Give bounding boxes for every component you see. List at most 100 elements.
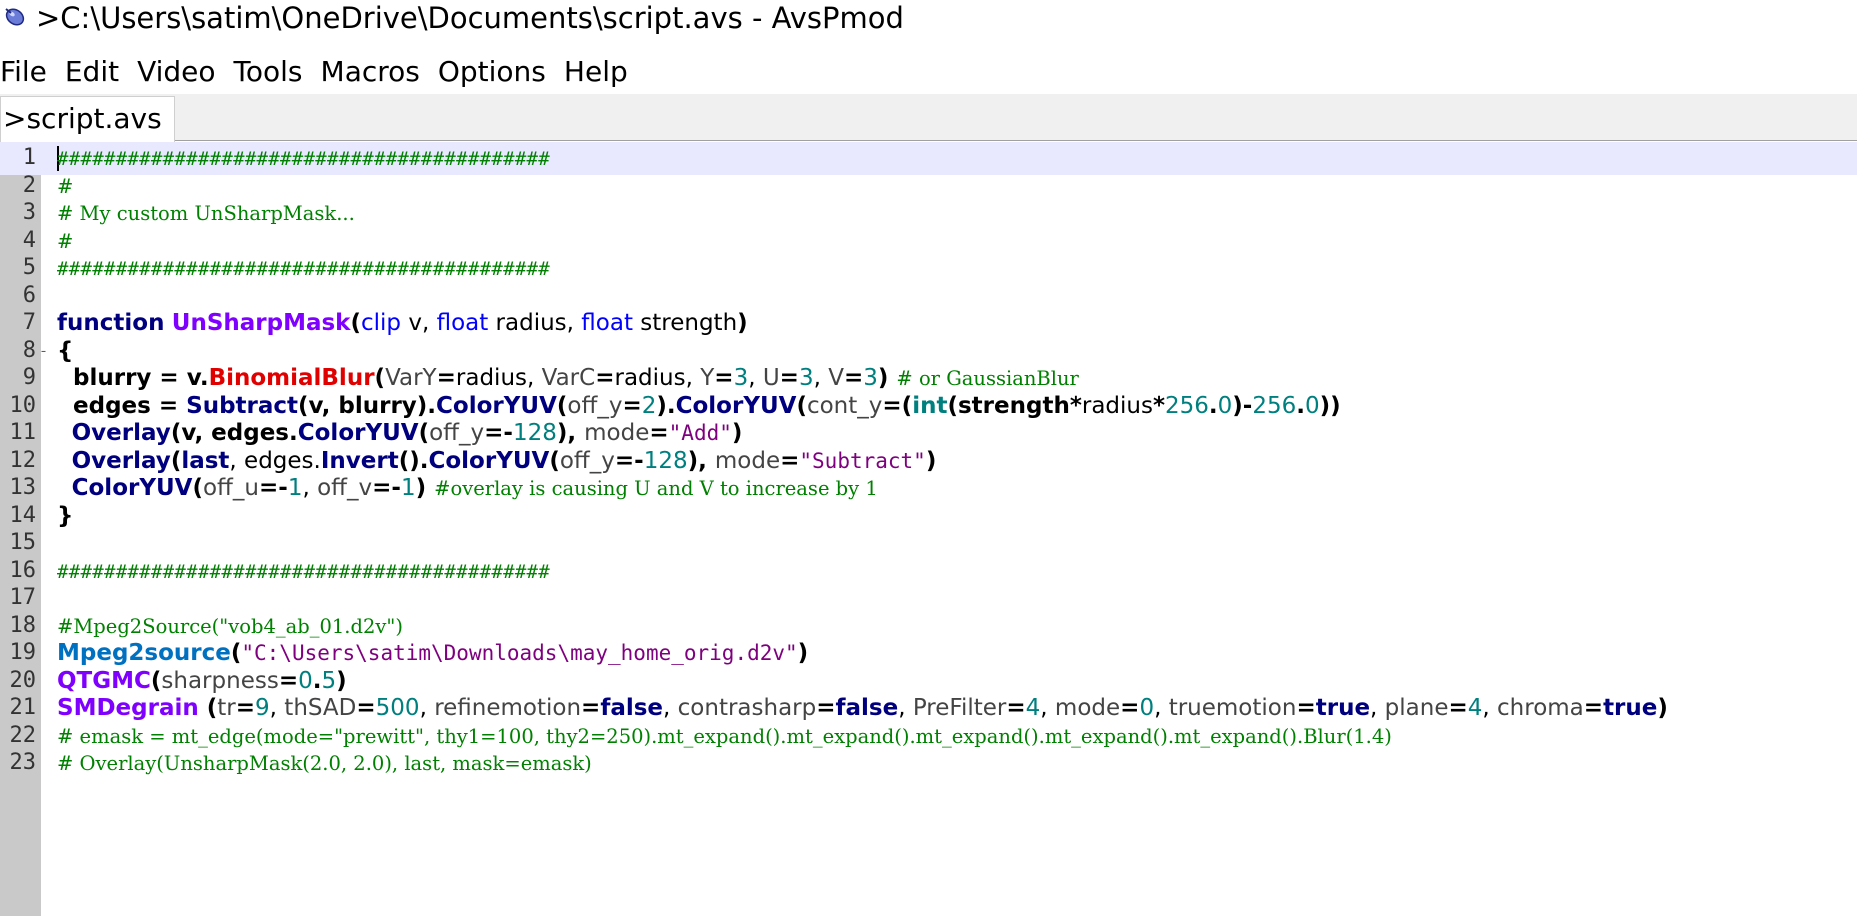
number: 0 [298,667,313,694]
menu-help[interactable]: Help [564,50,636,94]
code-editor[interactable]: 1 ######################################… [0,142,1857,916]
comment: # My custom UnSharpMask... [57,202,355,225]
punct: = [1583,695,1604,721]
boolean: true [1315,695,1371,721]
filter: BinomialBlur [208,365,375,391]
comment: #Mpeg2Source("vob4_ab_01.d2v") [57,614,403,638]
menu-video[interactable]: Video [137,50,223,94]
code-text[interactable]: # Overlay(UnsharpMask(2.0, 2.0), last, m… [57,747,592,781]
punct: (v, blurry). [298,392,437,419]
punct: ( [350,310,361,336]
comment: ########################################… [57,258,551,280]
comment: #overlay is causing U and V to increase … [434,477,878,500]
tab-script-avs[interactable]: >script.avs [0,96,175,142]
punct: . [1208,392,1218,419]
punct: = [779,365,799,391]
menu-edit[interactable]: Edit [65,50,127,94]
text: , [269,695,285,721]
param: plane [1384,695,1449,721]
punct: = [581,695,601,721]
menu-file[interactable]: File [0,50,55,94]
punct: ( [556,392,568,419]
punct: ), [687,447,715,474]
text: , [1482,695,1498,721]
menu-macros[interactable]: Macros [321,50,428,94]
filter: ColorYUV [428,447,550,474]
punct: ) [1657,695,1668,721]
param: U [762,365,780,391]
boolean: true [1603,695,1658,721]
punct: )) [1319,392,1341,419]
punct: =( [882,392,913,419]
code-line-23[interactable]: 23 # Overlay(UnsharpMask(2.0, 2.0), last… [0,747,1857,780]
param: PreFilter [912,695,1007,721]
avspmod-app-icon[interactable] [0,0,36,36]
punct: = [714,365,734,391]
param: contrasharp [677,695,817,721]
punct: =- [614,447,644,474]
punct: * [1152,392,1165,419]
text: , [1370,695,1385,721]
punct: ( [198,695,218,721]
punct: = [356,695,376,721]
punct: = [649,420,669,446]
param: chroma [1497,695,1584,721]
param: off_u [202,475,259,501]
param: off_y [559,447,615,474]
comment: ########################################… [57,148,551,170]
number: 4 [1467,695,1483,721]
param: sharpness [161,667,279,694]
punct: ) [336,667,347,694]
param: thSAD [284,695,357,721]
punct: ), [556,420,585,446]
type: float [581,310,633,336]
text: edges = [57,392,187,419]
punct: ) [415,475,435,501]
punct: ) [925,447,937,474]
filter: SMDegrain [57,695,199,721]
punct: (v, edges. [170,420,298,446]
number: 3 [733,365,749,391]
punct: ( [230,640,242,666]
punct: . [1296,392,1306,419]
param: refinemotion [434,695,582,721]
punct: = [595,365,615,391]
keyword: last [181,447,230,474]
text: , edges. [229,447,321,474]
number: 9 [255,695,270,721]
text: , [813,365,829,391]
text: , [1154,695,1169,721]
punct: = [1006,695,1026,721]
number: 1 [287,475,303,501]
filter: ColorYUV [297,420,419,446]
fold-collapse-icon[interactable]: – [41,346,51,356]
menu-options[interactable]: Options [438,50,554,94]
punct: * [1069,392,1082,419]
punct: (strength [947,392,1070,419]
menu-bar: File Edit Video Tools Macros Options Hel… [0,50,1857,94]
number: 3 [798,365,814,391]
punct: ( [192,475,203,501]
punct: ( [374,365,386,391]
param: VarY [385,365,437,391]
punct: = [1296,695,1316,721]
boolean: false [835,695,899,721]
punct: = [1448,695,1468,721]
punct: ) [731,420,743,446]
text: v, [401,310,437,336]
boolean: false [600,695,664,721]
line-number: 23 [9,750,37,775]
comment: # [57,229,74,253]
menu-tools[interactable]: Tools [234,50,311,94]
punct: = [816,695,836,721]
number: 1 [400,475,416,501]
filter: ColorYUV [436,392,557,419]
punct: (). [398,447,429,474]
number: 4 [1025,695,1041,721]
text: , [302,475,318,501]
punct: ( [549,447,560,474]
punct: =- [372,475,401,501]
param: truemotion [1168,695,1297,721]
number: 256 [1252,392,1297,419]
number: 2 [641,392,657,419]
